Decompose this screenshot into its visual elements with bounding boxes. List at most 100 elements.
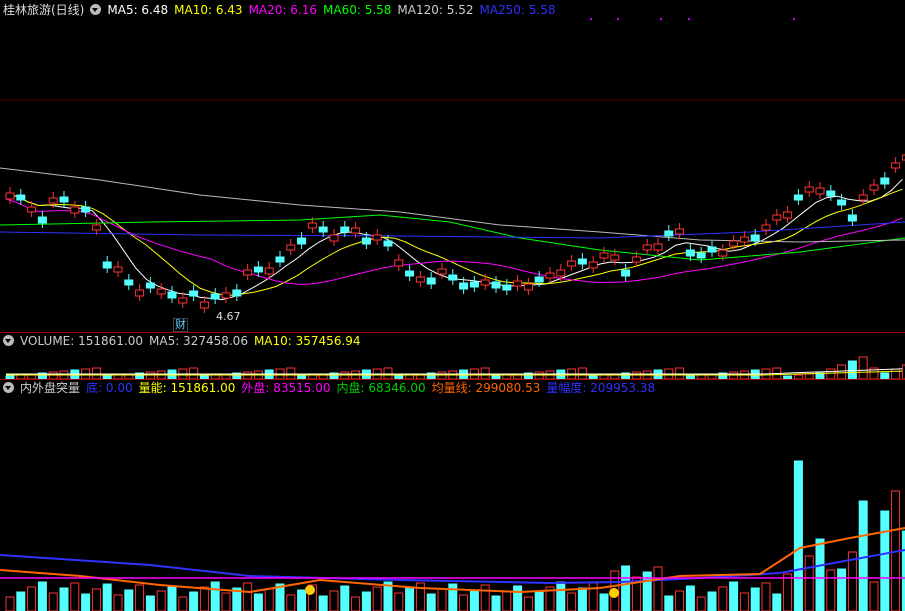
signal-dot <box>660 18 662 20</box>
candle-body <box>491 281 501 289</box>
candle-body <box>156 288 166 295</box>
indicator-bar <box>513 585 523 611</box>
indicator-bar <box>577 587 587 611</box>
candle-body <box>351 227 361 234</box>
candle-body <box>480 279 490 286</box>
candle-body <box>37 216 47 224</box>
candle-body <box>275 256 285 263</box>
indicator-bar <box>739 592 749 611</box>
indicator-bar <box>858 500 868 611</box>
candle-body <box>167 291 177 299</box>
candle-body <box>545 272 555 279</box>
indicator-bar <box>5 596 15 611</box>
indicator-legend-items: 底: 0.00 量能: 151861.00 外盘: 83515.00 内盘: 6834… <box>86 381 661 395</box>
candle-body <box>556 269 566 277</box>
candle-body <box>145 282 155 289</box>
candle-body <box>16 194 26 201</box>
indicator-bar <box>81 593 91 611</box>
indicator-bar <box>653 566 663 611</box>
indicator-bar <box>448 583 458 611</box>
signal-dot <box>590 18 592 20</box>
candle-body <box>880 177 890 185</box>
candle-body <box>610 254 620 261</box>
candle-body <box>405 270 415 277</box>
dropdown-icon[interactable] <box>90 4 102 15</box>
candle-body <box>448 274 458 281</box>
candle-body <box>685 249 695 257</box>
candle-body <box>135 289 145 297</box>
indicator-bar <box>567 592 577 611</box>
dropdown-icon[interactable] <box>3 382 14 393</box>
volume-panel[interactable]: VOLUME: 151861.00 MA5: 327458.06 MA10: 357… <box>0 333 905 379</box>
price-chart-panel[interactable]: 桂林旅游(日线) MA5: 6.48 MA10: 6.43 MA20: 6.16 MA6… <box>0 0 905 332</box>
candle-body <box>858 194 868 201</box>
ma-legend-item-3: MA60: 5.58 <box>323 3 392 17</box>
candle-body <box>783 211 793 219</box>
ma-legend-item-4: MA120: 5.52 <box>397 3 474 17</box>
candle-body <box>675 228 685 235</box>
indicator-bar <box>178 596 188 611</box>
indicator-legend-item-0: 底: 0.00 <box>86 381 133 395</box>
indicator-bar <box>815 538 825 611</box>
indicator-bar <box>286 594 296 611</box>
indicator-bar <box>707 591 717 611</box>
volume-bar <box>847 360 857 379</box>
candle-body <box>459 282 469 290</box>
candle-body <box>232 289 242 297</box>
candle-body <box>91 224 101 231</box>
candle-body <box>329 234 339 242</box>
candle-body <box>124 279 134 286</box>
ma-legend-item-2: MA20: 6.16 <box>248 3 317 17</box>
event-badge[interactable]: 财 <box>173 318 188 332</box>
candle-body <box>696 252 706 259</box>
average-volume-line <box>0 527 905 594</box>
candle-body <box>426 277 436 285</box>
low-price-label: 4.67 <box>216 310 241 323</box>
indicator-bar <box>491 595 501 611</box>
candle-body <box>210 293 220 300</box>
candle-body <box>48 197 58 204</box>
indicator-bar <box>372 586 382 611</box>
volume-legend-item-0: VOLUME: 151861.00 <box>20 334 143 348</box>
candle-body <box>372 234 382 241</box>
candle-body <box>534 276 544 283</box>
signal-dot <box>688 18 690 20</box>
candle-body <box>567 260 577 267</box>
stock-title[interactable]: 桂林旅游(日线) <box>3 3 84 17</box>
indicator-bar <box>27 586 37 611</box>
indicator-bar <box>869 581 879 611</box>
indicator-bar <box>340 585 350 611</box>
candle-body <box>739 236 749 243</box>
volume-legend: VOLUME: 151861.00 MA5: 327458.06 MA10: 357… <box>3 333 373 349</box>
dropdown-icon[interactable] <box>3 335 14 346</box>
candle-body <box>297 237 307 245</box>
signal-dot <box>793 18 795 20</box>
volume-bar <box>891 368 901 379</box>
indicator-bar <box>685 585 695 611</box>
indicator-bar <box>696 596 706 611</box>
candle-body <box>189 290 199 297</box>
indicator-bar <box>318 595 328 611</box>
indicator-bar <box>102 583 112 611</box>
indicator-bar <box>91 588 101 611</box>
candle-body <box>286 244 296 251</box>
candlestick-chart[interactable] <box>0 0 905 332</box>
ma-legend-item-0: MA5: 6.48 <box>107 3 169 17</box>
candle-body <box>113 266 123 273</box>
indicator-bar <box>502 590 512 611</box>
indicator-panel[interactable]: 内外盘突量 底: 0.00 量能: 151861.00 外盘: 83515.00 内盘:… <box>0 380 905 611</box>
indicator-legend-item-2: 外盘: 83515.00 <box>241 381 331 395</box>
candle-body <box>361 237 371 245</box>
indicator-bar <box>264 588 274 611</box>
candle-body <box>469 281 479 288</box>
ma-legend-items: MA5: 6.48 MA10: 6.43 MA20: 6.16 MA60: 5.58 M… <box>107 3 561 17</box>
indicator-bar <box>199 586 209 611</box>
candle-body <box>869 184 879 191</box>
indicator-chart[interactable] <box>0 380 905 611</box>
indicator-bar <box>750 587 760 611</box>
volume-bar <box>858 356 868 379</box>
candle-body <box>243 269 253 276</box>
indicator-name[interactable]: 内外盘突量 <box>20 381 80 395</box>
indicator-bar <box>156 590 166 611</box>
indicator-bar <box>599 593 609 611</box>
